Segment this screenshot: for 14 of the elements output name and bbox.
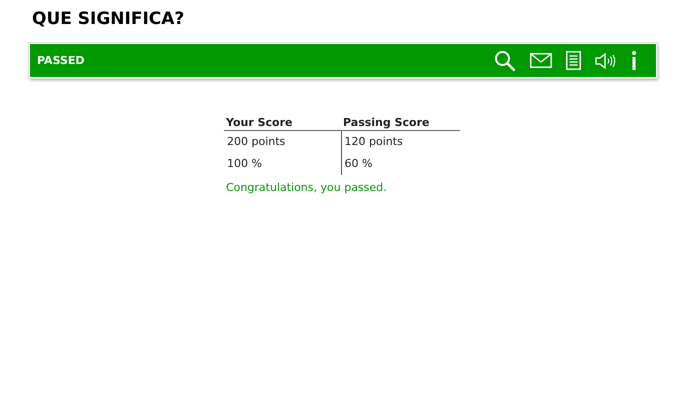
envelope-icon[interactable] [530, 53, 552, 68]
table-cell: 100 % [224, 153, 341, 175]
status-label: PASSED [37, 54, 85, 67]
table-cell: 60 % [341, 153, 460, 175]
page-title: QUE SIGNIFICA? [31, 8, 186, 29]
result-message: Congratulations, you passed. [226, 181, 388, 194]
document-icon[interactable] [566, 51, 581, 70]
speaker-icon[interactable] [595, 52, 616, 68]
table-cell: 200 points [224, 130, 341, 153]
table-cell: 120 points [341, 130, 460, 153]
column-header: Passing Score [341, 112, 460, 130]
column-header: Your Score [224, 112, 341, 130]
search-icon[interactable] [494, 50, 516, 72]
info-icon[interactable] [630, 51, 638, 70]
